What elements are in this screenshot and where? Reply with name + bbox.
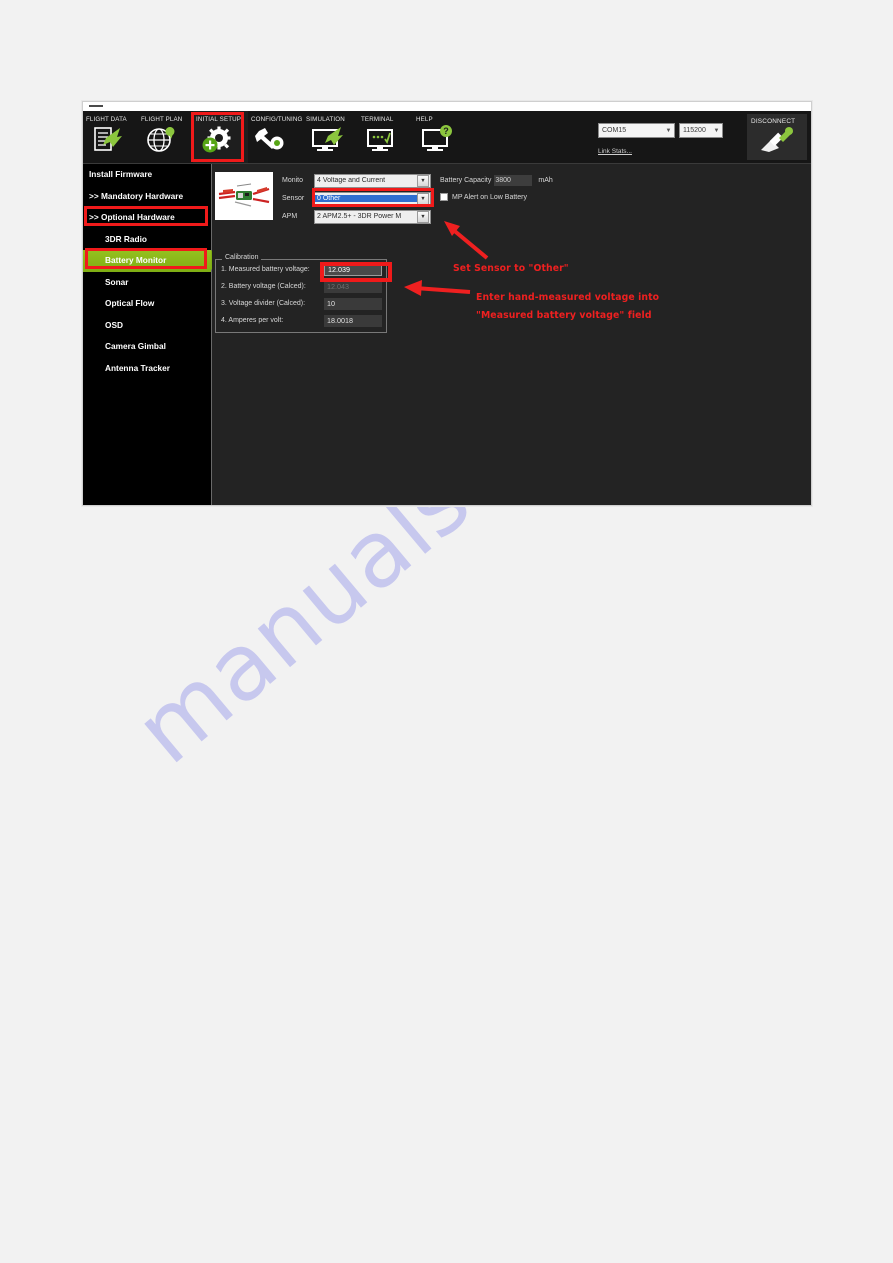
calibration-row-2: 2. Battery voltage (Calced): 12.043 [216,279,386,294]
flight-plan-globe-icon [147,127,175,152]
amperes-per-volt-input[interactable]: 18.0018 [324,314,382,327]
sidebar-item-camera-gimbal[interactable]: Camera Gimbal [83,336,211,358]
chevron-down-icon: ▼ [417,210,429,223]
sidebar-item-3dr-radio[interactable]: 3DR Radio [83,229,211,251]
com-port-value: COM15 [602,127,627,134]
sidebar-item-install-firmware[interactable]: Install Firmware [83,164,211,186]
chevron-down-icon: ▼ [417,192,429,205]
sidebar-item-optical-flow[interactable]: Optical Flow [83,293,211,315]
chevron-down-icon: ▼ [417,174,429,187]
sidebar-item-mandatory-hardware[interactable]: >> Mandatory Hardware [83,186,211,208]
calibration-legend: Calibration [222,254,262,261]
tab-flight-plan-label: FLIGHT PLAN [141,116,183,123]
svg-text:?: ? [443,126,449,136]
disconnect-button[interactable]: DISCONNECT [747,114,807,160]
mission-planner-window: FLIGHT DATA FLIGHT PLAN INITIAL SETUP CO… [82,101,812,506]
terminal-monitor-icon [367,129,393,151]
setup-sidebar: Install Firmware >> Mandatory Hardware >… [83,164,220,505]
initial-setup-gear-icon [202,126,231,153]
tab-terminal[interactable]: TERMINAL [358,111,413,163]
help-monitor-icon: ? [422,125,452,151]
tab-initial-setup-label: INITIAL SETUP [196,116,242,123]
amperes-per-volt-label: 4. Amperes per volt: [221,317,284,324]
plug-icon [761,127,793,152]
mp-alert-label: MP Alert on Low Battery [452,193,527,201]
nav-tab-list: FLIGHT DATA FLIGHT PLAN INITIAL SETUP CO… [83,111,468,163]
sidebar-item-antenna-tracker[interactable]: Antenna Tracker [83,358,211,380]
monitor-value: 4 Voltage and Current [317,177,386,184]
sensor-row: Sensor 0 Other ▼ [282,190,431,207]
window-title-bar [83,102,811,111]
apm-row: APM 2 APM2.5+ - 3DR Power M ▼ [282,208,431,225]
tab-initial-setup[interactable]: INITIAL SETUP [193,111,248,163]
com-port-select[interactable]: COM15 ▼ [598,123,675,138]
calibration-row-4: 4. Amperes per volt: 18.0018 [216,313,386,328]
window-body: Install Firmware >> Mandatory Hardware >… [83,164,811,505]
voltage-divider-calced-label: 3. Voltage divider (Calced): [221,300,306,307]
sidebar-item-osd[interactable]: OSD [83,315,211,337]
port-combo-row: COM15 ▼ 115200 ▼ [598,123,723,138]
battery-capacity-label: Battery Capacity [440,176,492,184]
calibration-group: Calibration 1. Measured battery voltage:… [215,254,392,333]
tab-config-tuning[interactable]: CONFIG/TUNING [248,111,303,163]
apm-select[interactable]: 2 APM2.5+ - 3DR Power M ▼ [314,209,431,224]
annotation-enter-voltage-line2: "Measured battery voltage" field [476,310,652,321]
tab-flight-data-label: FLIGHT DATA [86,116,127,123]
apm-value: 2 APM2.5+ - 3DR Power M [317,213,402,220]
voltage-divider-calced-input[interactable]: 10 [324,297,382,310]
capacity-settings: Battery Capacity 3800 mAh MP Alert on Lo… [440,172,553,201]
sensor-select[interactable]: 0 Other ▼ [314,191,431,206]
power-module-photo [215,172,273,220]
sidebar-item-optional-hardware[interactable]: >> Optional Hardware [83,207,211,229]
battery-capacity-unit: mAh [538,176,553,184]
tab-simulation[interactable]: SIMULATION [303,111,358,163]
power-module-illustration [215,172,273,220]
config-tuning-wrench-icon [255,128,284,150]
monitor-row: Monito 4 Voltage and Current ▼ [282,172,431,189]
monitor-label: Monito [282,177,304,184]
sidebar-item-sonar[interactable]: Sonar [83,272,211,294]
chevron-down-icon: ▼ [713,127,720,134]
flight-data-icon [94,127,122,151]
battery-voltage-calced-value: 12.043 [324,280,382,293]
tab-help[interactable]: HELP ? [413,111,468,163]
baud-rate-value: 115200 [683,127,706,134]
link-stats-link[interactable]: Link Stats... [598,148,723,155]
measured-battery-voltage-label: 1. Measured battery voltage: [221,266,310,273]
tab-flight-data[interactable]: FLIGHT DATA [83,111,138,163]
calibration-row-1: 1. Measured battery voltage: 12.039 [216,262,386,277]
mp-alert-row: MP Alert on Low Battery [440,193,553,201]
tab-flight-plan[interactable]: FLIGHT PLAN [138,111,193,163]
top-navigation-bar: FLIGHT DATA FLIGHT PLAN INITIAL SETUP CO… [83,111,811,164]
chevron-down-icon: ▼ [665,127,672,134]
sensor-label: Sensor [282,195,305,202]
minimize-dash-icon [89,105,103,107]
simulation-monitor-icon [312,127,343,151]
monitor-select[interactable]: 4 Voltage and Current ▼ [314,173,431,188]
tab-config-tuning-label: CONFIG/TUNING [251,116,303,123]
battery-voltage-calced-label: 2. Battery voltage (Calced): [221,283,306,290]
tab-help-label: HELP [416,116,433,123]
baud-rate-select[interactable]: 115200 ▼ [679,123,723,138]
apm-label: APM [282,213,298,220]
connection-settings-area: COM15 ▼ 115200 ▼ Link Stats... [598,123,723,155]
tab-simulation-label: SIMULATION [306,116,345,123]
sensor-value: 0 Other [315,195,417,202]
mp-alert-checkbox[interactable] [440,193,448,201]
measured-battery-voltage-input[interactable]: 12.039 [324,263,382,276]
annotation-enter-voltage-line1: Enter hand-measured voltage into [476,292,660,303]
sidebar-item-battery-monitor[interactable]: Battery Monitor [83,250,220,272]
tab-terminal-label: TERMINAL [361,116,394,123]
disconnect-label: DISCONNECT [751,118,796,125]
battery-settings-fields: Monito 4 Voltage and Current ▼ Sensor 0 … [282,172,431,226]
battery-capacity-input[interactable]: 3800 [494,174,533,186]
calibration-row-3: 3. Voltage divider (Calced): 10 [216,296,386,311]
battery-capacity-row: Battery Capacity 3800 mAh [440,172,553,188]
annotation-set-sensor: Set Sensor to "Other" [453,263,569,274]
battery-monitor-panel: Monito 4 Voltage and Current ▼ Sensor 0 … [212,164,811,505]
